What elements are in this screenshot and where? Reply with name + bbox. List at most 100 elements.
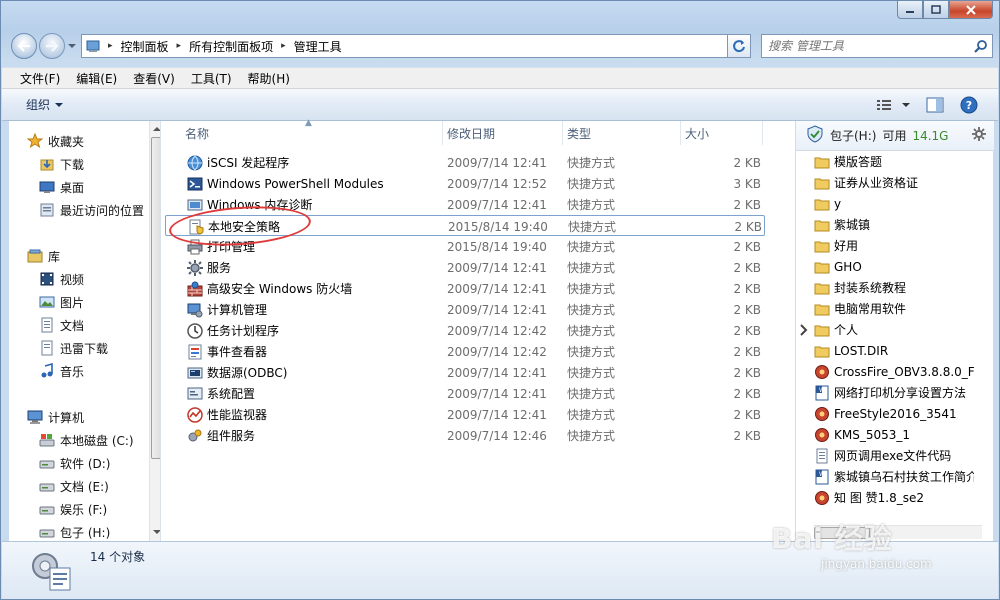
nav-pictures[interactable]: 图片 bbox=[39, 291, 84, 313]
drive-item[interactable]: W 网络打印机分享设置方法 bbox=[814, 382, 974, 403]
breadcrumb-control-panel[interactable]: 控制面板 bbox=[117, 38, 173, 55]
menu-help[interactable]: 帮助(H) bbox=[240, 70, 298, 87]
recent-pages-icon[interactable] bbox=[67, 41, 77, 51]
file-row[interactable]: 事件查看器 2009/7/14 12:42 快捷方式 2 KB bbox=[165, 341, 765, 362]
file-row[interactable]: 任务计划程序 2009/7/14 12:42 快捷方式 2 KB bbox=[165, 320, 765, 341]
drive-item[interactable]: CrossFire_OBV3.8.8.0_Ful bbox=[814, 361, 974, 382]
nav-desktop[interactable]: 桌面 bbox=[39, 176, 84, 198]
menu-file[interactable]: 文件(F) bbox=[12, 70, 68, 87]
file-row[interactable]: Windows PowerShell Modules 2009/7/14 12:5… bbox=[165, 173, 765, 194]
search-input[interactable] bbox=[762, 39, 970, 53]
nav-libraries[interactable]: 库 bbox=[27, 245, 60, 267]
close-button[interactable] bbox=[949, 1, 993, 19]
scroll-up-arrow[interactable] bbox=[150, 122, 160, 136]
nav-drive-e[interactable]: 文档 (E:) bbox=[39, 475, 109, 497]
forward-button[interactable] bbox=[39, 33, 65, 59]
settings-gear-icon[interactable] bbox=[972, 127, 986, 144]
nav-scroll-thumb[interactable] bbox=[151, 137, 160, 459]
nav-music[interactable]: 音乐 bbox=[39, 360, 84, 382]
file-name-cell[interactable]: 计算机管理 bbox=[187, 299, 267, 320]
search-icon[interactable] bbox=[970, 39, 992, 53]
file-name-cell[interactable]: 高级安全 Windows 防火墙 bbox=[187, 278, 352, 299]
column-header-date[interactable]: 修改日期 bbox=[443, 121, 563, 145]
file-row[interactable]: iSCSI 发起程序 2009/7/14 12:41 快捷方式 2 KB bbox=[165, 152, 765, 173]
drive-item[interactable]: W 紫城镇乌石村扶贫工作简介 bbox=[814, 466, 974, 487]
file-date: 2009/7/14 12:41 bbox=[447, 302, 547, 317]
file-row[interactable]: 计算机管理 2009/7/14 12:41 快捷方式 2 KB bbox=[165, 299, 765, 320]
nav-recent-places[interactable]: 最近访问的位置 bbox=[39, 199, 144, 221]
nav-favorites[interactable]: 收藏夹 bbox=[27, 130, 84, 152]
nav-documents[interactable]: 文档 bbox=[39, 314, 84, 336]
drive-item[interactable]: 证券从业资格证 bbox=[814, 172, 974, 193]
drive-item[interactable]: 电脑常用软件 bbox=[814, 298, 974, 319]
drive-item[interactable]: FreeStyle2016_3541 bbox=[814, 403, 974, 424]
file-name-cell[interactable]: 组件服务 bbox=[187, 425, 255, 446]
view-options-button[interactable] bbox=[874, 94, 914, 116]
column-header-size[interactable]: 大小 bbox=[681, 121, 763, 145]
nav-downloads-label: 下载 bbox=[60, 157, 85, 172]
drive-item[interactable]: KMS_5053_1 bbox=[814, 424, 974, 445]
breadcrumb-separator[interactable]: ▸ bbox=[277, 41, 290, 51]
nav-thunder-label: 迅雷下载 bbox=[60, 341, 109, 356]
drive-item[interactable]: 模版答题 bbox=[814, 151, 974, 172]
drive-item[interactable]: y bbox=[814, 193, 974, 214]
nav-computer[interactable]: 计算机 bbox=[27, 406, 84, 428]
file-name-cell[interactable]: 服务 bbox=[187, 257, 231, 278]
back-button[interactable] bbox=[11, 33, 37, 59]
menu-tools[interactable]: 工具(T) bbox=[183, 70, 240, 87]
drive-item[interactable]: 网页调用exe文件代码 bbox=[814, 445, 974, 466]
breadcrumb-separator[interactable]: ▸ bbox=[173, 41, 186, 51]
nav-drive-c[interactable]: 本地磁盘 (C:) bbox=[39, 429, 134, 451]
nav-drive-f[interactable]: 娱乐 (F:) bbox=[39, 498, 107, 520]
breadcrumb-all-items[interactable]: 所有控制面板项 bbox=[185, 38, 277, 55]
file-row[interactable]: 组件服务 2009/7/14 12:46 快捷方式 2 KB bbox=[165, 425, 765, 446]
help-button[interactable]: ? bbox=[956, 94, 982, 116]
file-row[interactable]: 数据源(ODBC) 2009/7/14 12:41 快捷方式 2 KB bbox=[165, 362, 765, 383]
nav-drive-h[interactable]: 包子 (H:) bbox=[39, 521, 110, 541]
drive-item[interactable]: 个人 bbox=[814, 319, 974, 340]
drive-item[interactable]: 紫城镇 bbox=[814, 214, 974, 235]
file-name-cell[interactable]: 事件查看器 bbox=[187, 341, 267, 362]
column-header-type[interactable]: 类型 bbox=[563, 121, 681, 145]
file-row[interactable]: 服务 2009/7/14 12:41 快捷方式 2 KB bbox=[165, 257, 765, 278]
file-name-cell[interactable]: 任务计划程序 bbox=[187, 320, 279, 341]
nav-downloads[interactable]: 下载 bbox=[39, 153, 84, 175]
column-header-name[interactable]: 名称 ▲ bbox=[165, 118, 443, 145]
menu-edit[interactable]: 编辑(E) bbox=[68, 70, 125, 87]
drive-item[interactable]: 封装系统教程 bbox=[814, 277, 974, 298]
drive-item[interactable]: GHO bbox=[814, 256, 974, 277]
file-name-cell[interactable]: 系统配置 bbox=[187, 383, 255, 404]
panel-collapse-button[interactable] bbox=[796, 317, 812, 343]
file-row[interactable]: 高级安全 Windows 防火墙 2009/7/14 12:41 快捷方式 2 KB bbox=[165, 278, 765, 299]
address-bar[interactable]: ▸ 控制面板 ▸ 所有控制面板项 ▸ 管理工具 bbox=[81, 34, 749, 58]
drive-item[interactable]: LOST.DIR bbox=[814, 340, 974, 361]
nav-drive-h-label: 包子 (H:) bbox=[60, 525, 111, 540]
nav-videos[interactable]: 视频 bbox=[39, 268, 84, 290]
file-name-cell[interactable]: 性能监视器 bbox=[187, 404, 267, 425]
nav-drive-d[interactable]: 软件 (D:) bbox=[39, 452, 110, 474]
menu-view[interactable]: 查看(V) bbox=[125, 70, 183, 87]
nav-thunder-downloads[interactable]: 迅雷下载 bbox=[39, 337, 108, 359]
breadcrumb-admin-tools[interactable]: 管理工具 bbox=[290, 38, 346, 55]
app-icon bbox=[814, 364, 830, 380]
minimize-button[interactable] bbox=[897, 1, 923, 19]
nav-scrollbar[interactable] bbox=[149, 121, 160, 541]
preview-pane-button[interactable] bbox=[922, 94, 948, 116]
file-name-cell[interactable]: Windows PowerShell Modules bbox=[187, 173, 384, 194]
drive-item[interactable]: 好用 bbox=[814, 235, 974, 256]
file-name-cell[interactable]: iSCSI 发起程序 bbox=[187, 152, 289, 173]
organize-button[interactable]: 组织 bbox=[26, 96, 64, 113]
file-name-cell[interactable]: 数据源(ODBC) bbox=[187, 362, 287, 383]
scroll-down-arrow[interactable] bbox=[150, 525, 160, 539]
file-size: 2 KB bbox=[733, 239, 761, 254]
file-row[interactable]: 系统配置 2009/7/14 12:41 快捷方式 2 KB bbox=[165, 383, 765, 404]
drive-preview-panel: 包子(H:) 可用 14.1G 模版答题 证券从业资格证 y 紫城镇 好用 GHO 封装系统… bbox=[795, 121, 994, 541]
file-row[interactable]: 性能监视器 2009/7/14 12:41 快捷方式 2 KB bbox=[165, 404, 765, 425]
free-label: 可用 bbox=[882, 129, 907, 143]
refresh-button[interactable] bbox=[727, 34, 751, 58]
component-icon bbox=[187, 428, 203, 444]
drive-item[interactable]: 知 图 赞1.8_se2 bbox=[814, 487, 974, 508]
maximize-button[interactable] bbox=[923, 1, 949, 19]
search-box[interactable] bbox=[761, 34, 993, 58]
view-list-icon bbox=[877, 99, 910, 110]
